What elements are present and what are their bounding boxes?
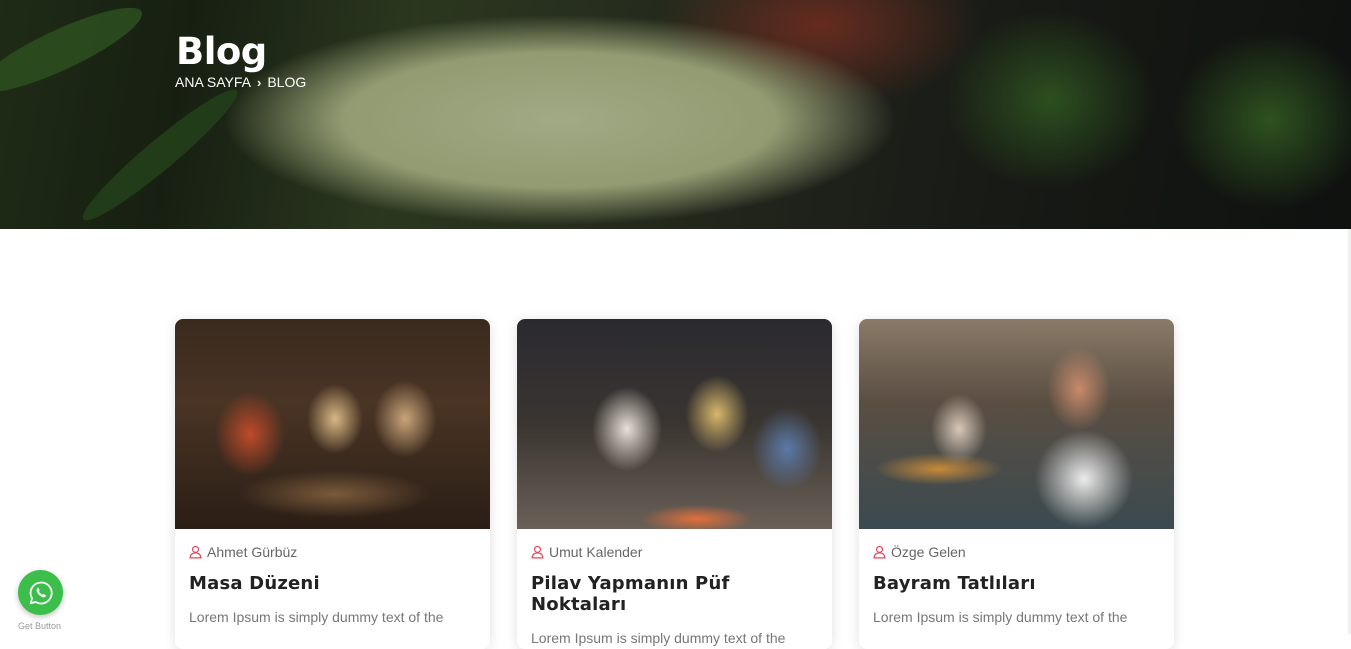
post-image[interactable] — [175, 319, 490, 529]
post-image[interactable] — [859, 319, 1174, 529]
breadcrumb-current: BLOG — [267, 74, 307, 90]
post-author: Özge Gelen — [873, 544, 1160, 560]
page-hero: Blog ANA SAYFA › BLOG — [0, 0, 1351, 229]
user-icon — [873, 545, 886, 559]
user-icon — [189, 545, 202, 559]
get-button-label[interactable]: Get Button — [18, 621, 61, 631]
blog-post-card[interactable]: Umut Kalender Pilav Yapmanın Püf Noktala… — [517, 319, 832, 649]
breadcrumb: ANA SAYFA › BLOG — [175, 74, 306, 90]
post-excerpt: Lorem Ipsum is simply dummy text of the — [531, 630, 786, 646]
post-author: Ahmet Gürbüz — [189, 544, 476, 560]
whatsapp-icon — [29, 581, 53, 604]
whatsapp-button[interactable] — [18, 570, 63, 615]
post-title[interactable]: Masa Düzeni — [189, 573, 476, 594]
post-title[interactable]: Bayram Tatlıları — [873, 573, 1160, 594]
post-excerpt: Lorem Ipsum is simply dummy text of the — [873, 609, 1128, 625]
post-author-name: Ahmet Gürbüz — [207, 544, 298, 560]
breadcrumb-home-link[interactable]: ANA SAYFA — [175, 74, 251, 90]
hero-decoration — [73, 79, 247, 229]
post-author: Umut Kalender — [531, 544, 818, 560]
post-author-name: Özge Gelen — [891, 544, 966, 560]
post-author-name: Umut Kalender — [549, 544, 643, 560]
post-image[interactable] — [517, 319, 832, 529]
blog-post-card[interactable]: Özge Gelen Bayram Tatlıları Lorem Ipsum … — [859, 319, 1174, 649]
page-title: Blog — [176, 30, 267, 73]
hero-decoration — [0, 0, 151, 107]
post-excerpt: Lorem Ipsum is simply dummy text of the — [189, 609, 444, 625]
blog-post-list: Ahmet Gürbüz Masa Düzeni Lorem Ipsum is … — [175, 319, 1174, 649]
user-icon — [531, 545, 544, 559]
post-title[interactable]: Pilav Yapmanın Püf Noktaları — [531, 573, 818, 615]
blog-post-card[interactable]: Ahmet Gürbüz Masa Düzeni Lorem Ipsum is … — [175, 319, 490, 649]
chevron-right-icon: › — [257, 74, 262, 90]
